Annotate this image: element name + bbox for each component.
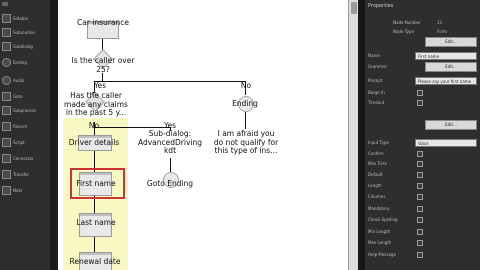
property-label: Help Message	[368, 252, 396, 257]
connector-line	[94, 81, 246, 82]
help-message-checkbox[interactable]	[417, 252, 423, 258]
property-label: Mandatory	[368, 206, 390, 211]
ending-message: I am afraid you do not qualify for this …	[213, 129, 279, 155]
property-value: Form	[437, 29, 448, 34]
input-type-select[interactable]: Voice	[415, 139, 477, 147]
check-spelling-checkbox[interactable]	[417, 217, 423, 223]
connector-line	[94, 127, 170, 128]
property-label: Input Type	[368, 140, 389, 145]
property-label: Min Length	[368, 229, 391, 234]
form-node-label: Driver details	[68, 138, 120, 147]
panel-splitter[interactable]	[358, 0, 365, 270]
edit-button[interactable]: Edit...	[425, 37, 477, 47]
property-label: Columns	[368, 194, 386, 199]
property-value: Voice	[418, 141, 429, 146]
property-label: Max Tries	[368, 161, 387, 166]
properties-title: Properties	[368, 3, 394, 9]
timeout-checkbox[interactable]	[417, 100, 423, 106]
goto-node-label: Goto Ending	[146, 179, 194, 188]
confirm-checkbox[interactable]	[417, 151, 423, 157]
edit-button[interactable]: Edit...	[425, 62, 477, 72]
property-value: Please say your first name	[418, 79, 472, 84]
default-checkbox[interactable]	[417, 172, 423, 178]
connector-line	[245, 109, 246, 129]
property-label: Confirm	[368, 151, 384, 156]
start-node-label: Car insurance	[77, 18, 129, 27]
columns-checkbox[interactable]	[417, 194, 423, 200]
name-field[interactable]: First name	[415, 52, 477, 60]
property-label: Max Length	[368, 240, 392, 245]
property-label: Node Number	[393, 20, 421, 25]
property-label: Node Type	[393, 29, 414, 34]
flow-diagram: Car insurance Is the caller over 25? Yes…	[0, 0, 348, 270]
subdialog-node-label[interactable]: Sub-dialog: AdvancedDriving kdt	[130, 129, 210, 156]
property-label: Length	[368, 183, 382, 188]
connector-line	[94, 236, 95, 253]
property-value: First name	[418, 54, 440, 59]
max-length-checkbox[interactable]	[417, 240, 423, 246]
connector-line	[102, 73, 103, 81]
property-label: Barge In	[368, 90, 385, 95]
ending-node-label: Ending	[232, 99, 258, 108]
prompt-field[interactable]: Please say your first name	[415, 77, 477, 85]
property-label: Timeout	[368, 100, 385, 105]
branch-label-no: No	[240, 81, 252, 90]
barge-in-checkbox[interactable]	[417, 90, 423, 96]
properties-panel: Properties Node Number 13 Node Type Form…	[365, 0, 480, 270]
min-length-checkbox[interactable]	[417, 229, 423, 235]
edit-button[interactable]: Edit...	[425, 120, 477, 130]
property-label: Name	[368, 53, 380, 58]
decision-label: Is the caller over 25?	[71, 56, 135, 74]
property-label: Check Spelling	[368, 217, 398, 222]
property-label: Default	[368, 172, 383, 177]
branch-label-no: No	[88, 121, 100, 130]
property-value: 13	[437, 20, 443, 25]
field-node-label: Last name	[76, 218, 116, 227]
max-tries-checkbox[interactable]	[417, 161, 423, 167]
field-node-label: Renewal date	[69, 257, 121, 266]
branch-label-yes: Yes	[93, 81, 107, 90]
length-checkbox[interactable]	[417, 183, 423, 189]
mandatory-checkbox[interactable]	[417, 206, 423, 212]
property-label: Grammar	[368, 64, 388, 69]
selection-highlight	[70, 168, 125, 199]
decision-label: Has the caller made any claims in the pa…	[64, 91, 128, 117]
property-label: Prompt	[368, 78, 383, 83]
scrollbar-thumb[interactable]	[351, 2, 357, 14]
